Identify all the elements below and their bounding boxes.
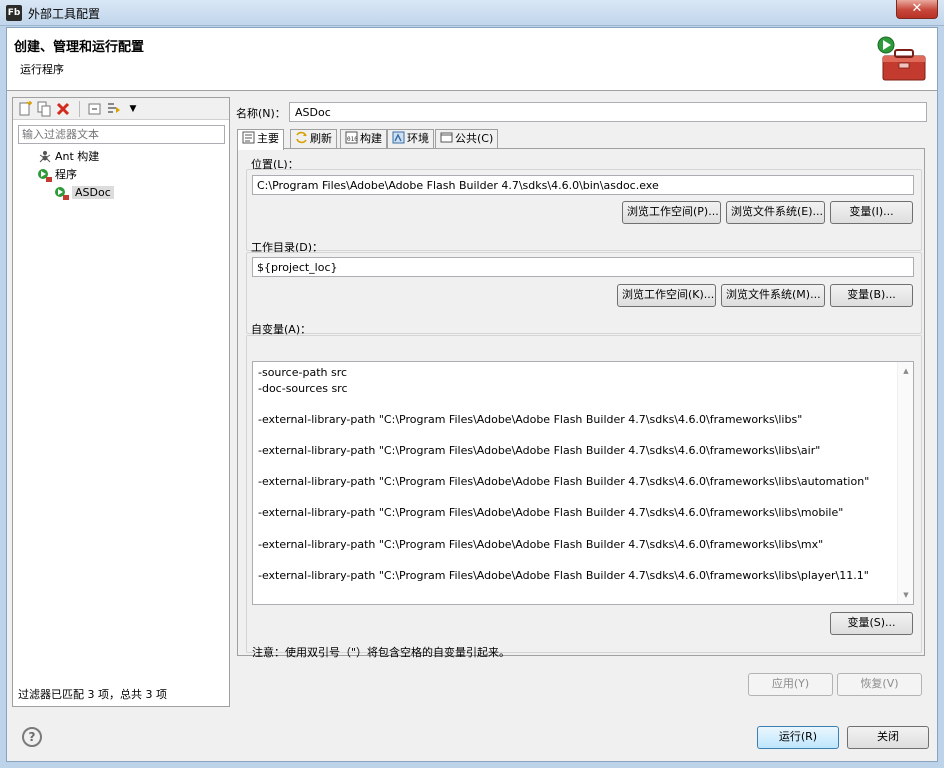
tab-label: 公共(C) bbox=[455, 132, 494, 145]
tab-label: 主要 bbox=[257, 132, 279, 145]
tab-label: 刷新 bbox=[310, 132, 332, 145]
arguments-lines: -source-path src -doc-sources src -exter… bbox=[258, 365, 895, 583]
workdir-browse-filesystem-button[interactable]: 浏览文件系统(M)... bbox=[721, 284, 825, 307]
left-toolbar: ▼ bbox=[13, 98, 229, 120]
new-configuration-icon[interactable] bbox=[17, 101, 33, 117]
dialog-header: 创建、管理和运行配置 运行程序 bbox=[7, 28, 937, 91]
workdir-browse-workspace-button[interactable]: 浏览工作空间(K)... bbox=[617, 284, 716, 307]
configuration-list-panel: ▼ Ant 构建 程序 ASDoc 过滤器已匹配 3 项，总共 3 项 bbox=[12, 97, 230, 707]
build-icon: 010 bbox=[345, 131, 358, 144]
svg-text:010: 010 bbox=[347, 136, 358, 143]
window-titlebar: Fb 外部工具配置 ✕ bbox=[0, 0, 944, 26]
argument-line: -external-library-path "C:\Program Files… bbox=[258, 443, 821, 457]
browse-filesystem-button[interactable]: 浏览文件系统(E)... bbox=[726, 201, 825, 224]
environment-icon bbox=[392, 131, 405, 144]
argument-line bbox=[258, 552, 895, 568]
working-directory-field[interactable] bbox=[252, 257, 914, 277]
argument-line bbox=[258, 521, 895, 537]
argument-line: -external-library-path "C:\Program Files… bbox=[258, 506, 844, 520]
app-icon: Fb bbox=[6, 5, 22, 21]
argument-line: -source-path src bbox=[258, 366, 348, 379]
program-run-icon bbox=[37, 167, 53, 183]
filter-icon[interactable] bbox=[106, 101, 122, 117]
scroll-down-arrow-icon[interactable]: ▼ bbox=[898, 588, 913, 602]
tree-item-program[interactable]: 程序 bbox=[37, 166, 77, 183]
tree-item-label: ASDoc bbox=[72, 186, 114, 199]
revert-button[interactable]: 恢复(V) bbox=[837, 673, 922, 696]
tree-item-label: 程序 bbox=[55, 168, 77, 181]
main-tab-icon bbox=[242, 131, 255, 144]
toolbox-run-icon bbox=[877, 36, 926, 81]
tree-item-asdoc[interactable]: ASDoc bbox=[54, 184, 114, 201]
argument-line bbox=[258, 396, 895, 412]
tree-item-label: Ant 构建 bbox=[55, 150, 100, 163]
filter-status: 过滤器已匹配 3 项，总共 3 项 bbox=[18, 688, 167, 701]
workdir-variables-button[interactable]: 变量(B)... bbox=[830, 284, 913, 307]
filter-input[interactable] bbox=[18, 125, 225, 144]
arguments-textarea[interactable]: -source-path src -doc-sources src -exter… bbox=[252, 361, 914, 605]
name-input[interactable] bbox=[289, 102, 927, 122]
quote-note: 注意：使用双引号（"）将包含空格的自变量引起来。 bbox=[252, 646, 511, 659]
tab-refresh[interactable]: 刷新 bbox=[290, 129, 337, 149]
header-title: 创建、管理和运行配置 bbox=[14, 40, 145, 55]
tab-environment[interactable]: 环境 bbox=[387, 129, 434, 149]
scroll-up-arrow-icon[interactable]: ▲ bbox=[898, 364, 913, 378]
tab-common[interactable]: 公共(C) bbox=[435, 129, 499, 149]
view-menu-dropdown-icon[interactable]: ▼ bbox=[125, 101, 141, 117]
argument-line bbox=[258, 490, 895, 506]
argument-line: -external-library-path "C:\Program Files… bbox=[258, 412, 803, 426]
program-run-icon bbox=[54, 185, 70, 201]
refresh-icon bbox=[296, 131, 307, 144]
ant-icon bbox=[37, 149, 53, 165]
tree-item-ant-build[interactable]: Ant 构建 bbox=[37, 148, 99, 165]
window-title: 外部工具配置 bbox=[28, 7, 101, 21]
tab-label: 构建 bbox=[360, 132, 382, 145]
apply-button[interactable]: 应用(Y) bbox=[748, 673, 833, 696]
arguments-scrollbar[interactable]: ▲ ▼ bbox=[897, 362, 913, 604]
window-close-button[interactable]: ✕ bbox=[896, 0, 938, 19]
dialog-client: 创建、管理和运行配置 运行程序 ▼ 输入过滤器文本 Ant 构建 程序 ASDo… bbox=[6, 27, 938, 762]
duplicate-icon[interactable] bbox=[36, 101, 52, 117]
argument-line: -external-library-path "C:\Program Files… bbox=[258, 568, 869, 582]
argument-line: -external-library-path "C:\Program Files… bbox=[258, 537, 824, 551]
help-icon[interactable]: ? bbox=[22, 727, 42, 747]
location-variables-button[interactable]: 变量(I)... bbox=[830, 201, 913, 224]
close-button[interactable]: 关闭 bbox=[847, 726, 929, 749]
location-field[interactable] bbox=[252, 175, 914, 195]
argument-line: -doc-sources src bbox=[258, 381, 348, 395]
common-icon bbox=[440, 132, 453, 143]
argument-line bbox=[258, 459, 895, 475]
tab-label: 环境 bbox=[407, 132, 429, 145]
collapse-all-icon[interactable] bbox=[87, 101, 103, 117]
header-subtitle: 运行程序 bbox=[20, 63, 64, 76]
run-button[interactable]: 运行(R) bbox=[757, 726, 839, 749]
name-label: 名称(N)： bbox=[236, 107, 286, 120]
delete-icon[interactable] bbox=[55, 101, 71, 117]
arguments-variables-button[interactable]: 变量(S)... bbox=[830, 612, 913, 635]
tab-main[interactable]: 主要 bbox=[237, 129, 284, 150]
toolbar-separator bbox=[79, 101, 87, 117]
argument-line: -external-library-path "C:\Program Files… bbox=[258, 475, 870, 489]
argument-line bbox=[258, 427, 895, 443]
browse-workspace-button[interactable]: 浏览工作空间(P)... bbox=[622, 201, 721, 224]
main-tab-content: 位置(L)： 浏览工作空间(P)... 浏览文件系统(E)... 变量(I)..… bbox=[237, 148, 925, 659]
tab-build[interactable]: 010 构建 bbox=[340, 129, 387, 149]
